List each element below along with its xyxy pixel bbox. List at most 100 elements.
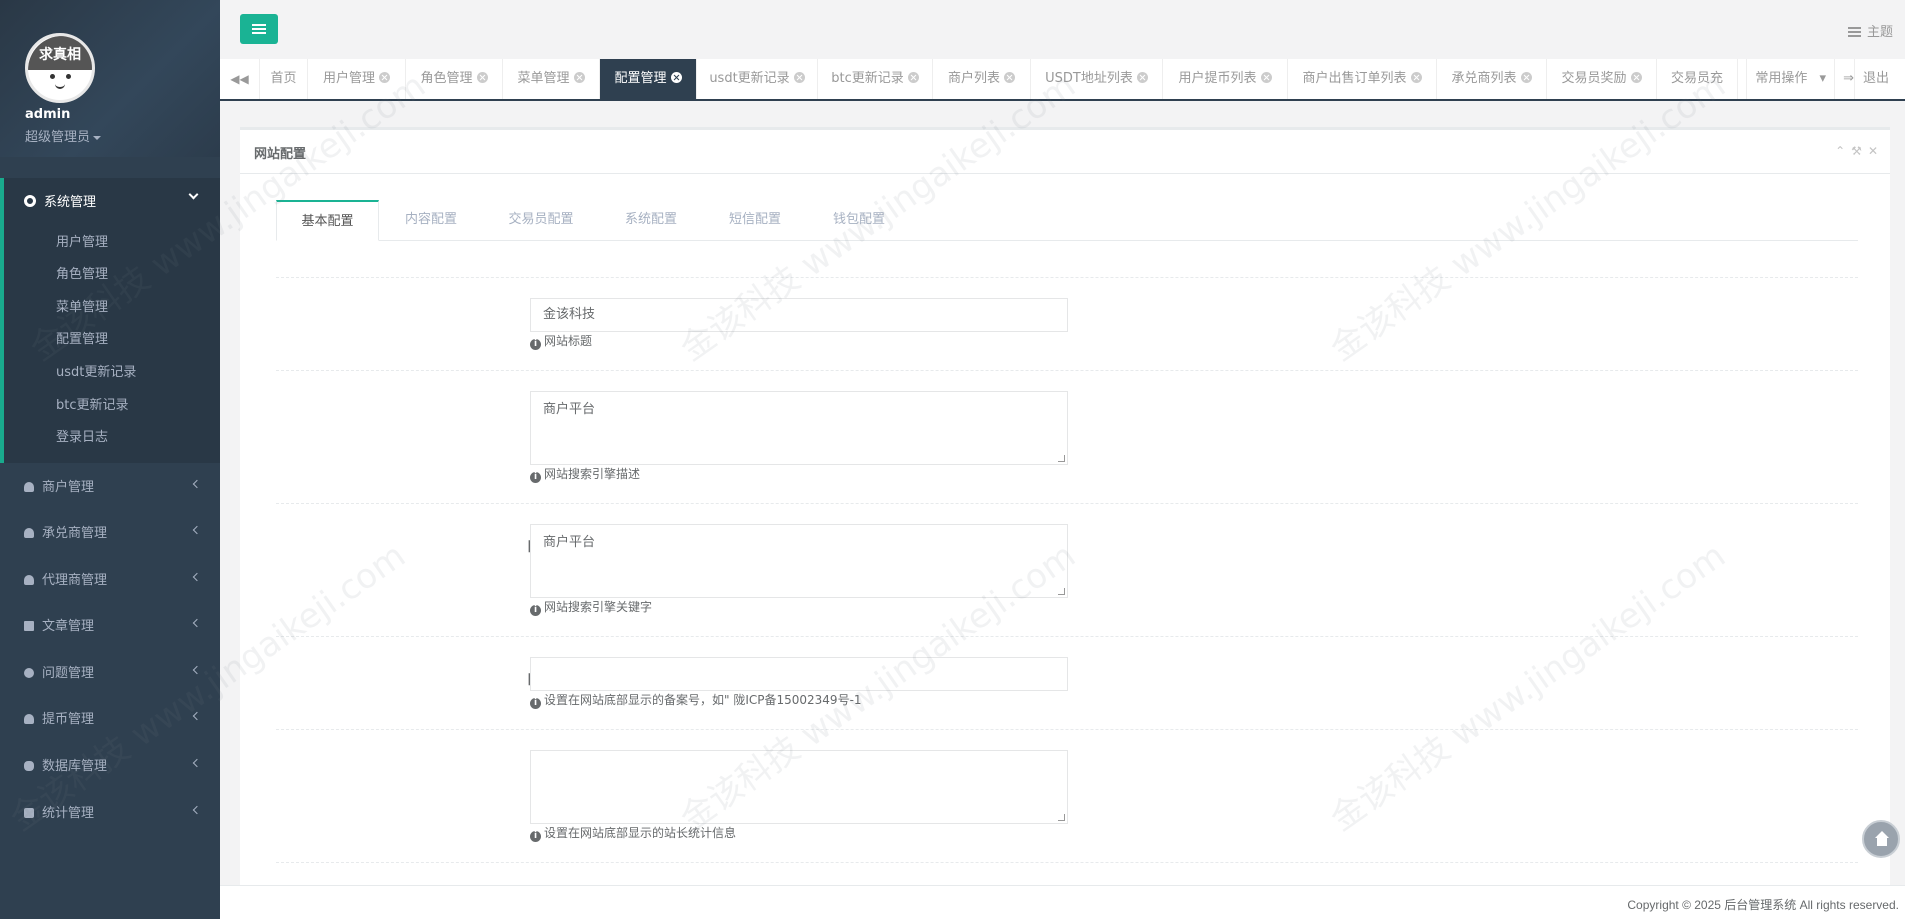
copy-icon (24, 621, 34, 631)
sidebar-item-btc-log[interactable]: btc更新记录 (56, 394, 129, 413)
caret-down-icon (93, 135, 102, 140)
wrench-icon[interactable]: ⚒ (1851, 144, 1868, 158)
sidebar-item-merchant[interactable]: 商户管理 (24, 476, 202, 495)
chevron-left-icon (192, 618, 202, 628)
info-icon: i (530, 472, 541, 483)
subtab-system[interactable]: 系统配置 (599, 200, 703, 241)
close-icon[interactable] (1520, 72, 1532, 83)
info-icon: i (530, 605, 541, 616)
theme-button[interactable]: 主题 (1847, 21, 1893, 40)
menu-label: 数据库管理 (42, 759, 108, 774)
sidebar-item-acceptor[interactable]: 承兑商管理 (24, 522, 202, 541)
chevron-left-icon (192, 665, 202, 675)
nav-group-active (0, 178, 220, 463)
sidebar-item-menus[interactable]: 菜单管理 (56, 296, 108, 315)
divider (276, 277, 1858, 278)
tab-btc-log[interactable]: btc更新记录 (818, 59, 933, 99)
tab-home[interactable]: 首页 (260, 59, 308, 99)
tabs-row: ◀◀ 首页 用户管理 角色管理 菜单管理 配置管理 usdt更新记录 btc更新… (220, 59, 1905, 101)
stats-code-textarea[interactable] (530, 750, 1068, 824)
avatar[interactable]: 求真相 (25, 33, 95, 103)
tab-config[interactable]: 配置管理 (600, 59, 697, 99)
close-icon[interactable]: ✕ (1868, 144, 1884, 158)
sidebar-item-usdt-log[interactable]: usdt更新记录 (56, 361, 136, 380)
logout-button[interactable]: ⇒ 退出 (1834, 59, 1905, 99)
site-desc-help: i 网站搜索引擎描述 (530, 465, 640, 483)
sidebar-item-roles[interactable]: 角色管理 (56, 263, 108, 282)
sidebar-item-users[interactable]: 用户管理 (56, 231, 108, 250)
site-desc-textarea[interactable]: 商户平台 (530, 391, 1068, 465)
tab-usdt-addresses[interactable]: USDT地址列表 (1031, 59, 1163, 99)
menu-label: 商户管理 (42, 480, 95, 495)
nav-group-label: 系统管理 (44, 195, 97, 210)
close-icon[interactable] (573, 72, 585, 83)
sidebar-item-articles[interactable]: 文章管理 (24, 615, 202, 634)
close-icon[interactable] (1630, 72, 1642, 83)
panel-header: 网站配置 ⌃⚒✕ (240, 130, 1890, 174)
sidebar-item-database[interactable]: 数据库管理 (24, 755, 202, 774)
menu-label: 代理商管理 (42, 573, 108, 588)
close-icon[interactable] (1260, 72, 1272, 83)
home-icon[interactable] (1862, 820, 1900, 858)
close-icon[interactable] (1410, 72, 1422, 83)
tabs-prev-button[interactable]: ◀◀ (220, 59, 260, 99)
theme-icon (1847, 27, 1861, 37)
subtab-content[interactable]: 内容配置 (379, 200, 483, 241)
close-icon[interactable] (476, 72, 488, 83)
theme-label: 主题 (1866, 25, 1893, 40)
gear-icon (24, 195, 36, 207)
tab-trader-rewards[interactable]: 交易员奖励 (1547, 59, 1657, 99)
tab-users[interactable]: 用户管理 (308, 59, 406, 99)
sidebar: 求真相 admin 超级管理员 系统管理 用户管理 角色管理 菜单管理 配置管理… (0, 0, 220, 919)
site-title-input[interactable]: 金该科技 (530, 298, 1068, 332)
divider (276, 729, 1858, 730)
tab-trader-recharge[interactable]: 交易员充 (1657, 59, 1737, 99)
collapse-icon[interactable]: ⌃ (1835, 144, 1851, 158)
comment-icon (24, 668, 34, 678)
site-icp-input[interactable] (530, 657, 1068, 691)
info-icon: i (530, 831, 541, 842)
tab-tools: 常用操作 ▾ ⇒ 退出 (1737, 59, 1905, 99)
sidebar-item-stats[interactable]: 统计管理 (24, 802, 202, 821)
subtab-trader[interactable]: 交易员配置 (483, 200, 599, 241)
sidebar-item-agent[interactable]: 代理商管理 (24, 569, 202, 588)
tab-roles[interactable]: 角色管理 (406, 59, 503, 99)
site-title-help: i 网站标题 (530, 332, 592, 350)
close-icon[interactable] (1136, 72, 1148, 83)
panel-tools: ⌃⚒✕ (1835, 144, 1884, 158)
avatar-text: 求真相 (39, 47, 81, 63)
cube-icon (24, 808, 34, 818)
close-icon[interactable] (907, 72, 919, 83)
common-ops-dropdown[interactable]: 常用操作 ▾ (1737, 59, 1835, 99)
user-icon (24, 528, 34, 538)
sidebar-item-login-log[interactable]: 登录日志 (56, 426, 108, 445)
config-panel: 网站配置 ⌃⚒✕ 基本配置 内容配置 交易员配置 系统配置 短信配置 钱包配置 … (240, 127, 1890, 892)
chevron-left-icon (192, 758, 202, 768)
nav-group-system[interactable]: 系统管理 (24, 191, 96, 210)
info-icon: i (530, 698, 541, 709)
close-icon[interactable] (793, 72, 805, 83)
menu-toggle-button[interactable] (240, 14, 278, 44)
tab-merchant-sell-orders[interactable]: 商户出售订单列表 (1288, 59, 1437, 99)
sidebar-item-questions[interactable]: 问题管理 (24, 662, 202, 681)
close-icon[interactable] (670, 72, 682, 83)
close-icon[interactable] (1004, 72, 1015, 83)
stats-code-help: i 设置在网站底部显示的站长统计信息 (530, 824, 736, 842)
tab-usdt-log[interactable]: usdt更新记录 (697, 59, 818, 99)
subtab-wallet[interactable]: 钱包配置 (807, 200, 911, 241)
profile-role-dropdown[interactable]: 超级管理员 (25, 126, 102, 145)
subtab-sms[interactable]: 短信配置 (703, 200, 807, 241)
database-icon (24, 761, 34, 771)
sidebar-item-withdraw[interactable]: 提币管理 (24, 708, 202, 727)
tab-merchants[interactable]: 商户列表 (933, 59, 1031, 99)
subtab-basic[interactable]: 基本配置 (276, 200, 379, 241)
footer: Copyright © 2025 后台管理系统 All rights reser… (220, 885, 1905, 919)
tab-acceptors[interactable]: 承兑商列表 (1437, 59, 1547, 99)
close-icon[interactable] (379, 72, 390, 83)
site-keywords-textarea[interactable]: 商户平台 (530, 524, 1068, 598)
panel-title: 网站配置 (254, 147, 307, 162)
menu-label: 承兑商管理 (42, 526, 108, 541)
tab-menus[interactable]: 菜单管理 (503, 59, 600, 99)
tab-user-withdrawals[interactable]: 用户提币列表 (1163, 59, 1288, 99)
sidebar-item-config[interactable]: 配置管理 (56, 328, 108, 347)
